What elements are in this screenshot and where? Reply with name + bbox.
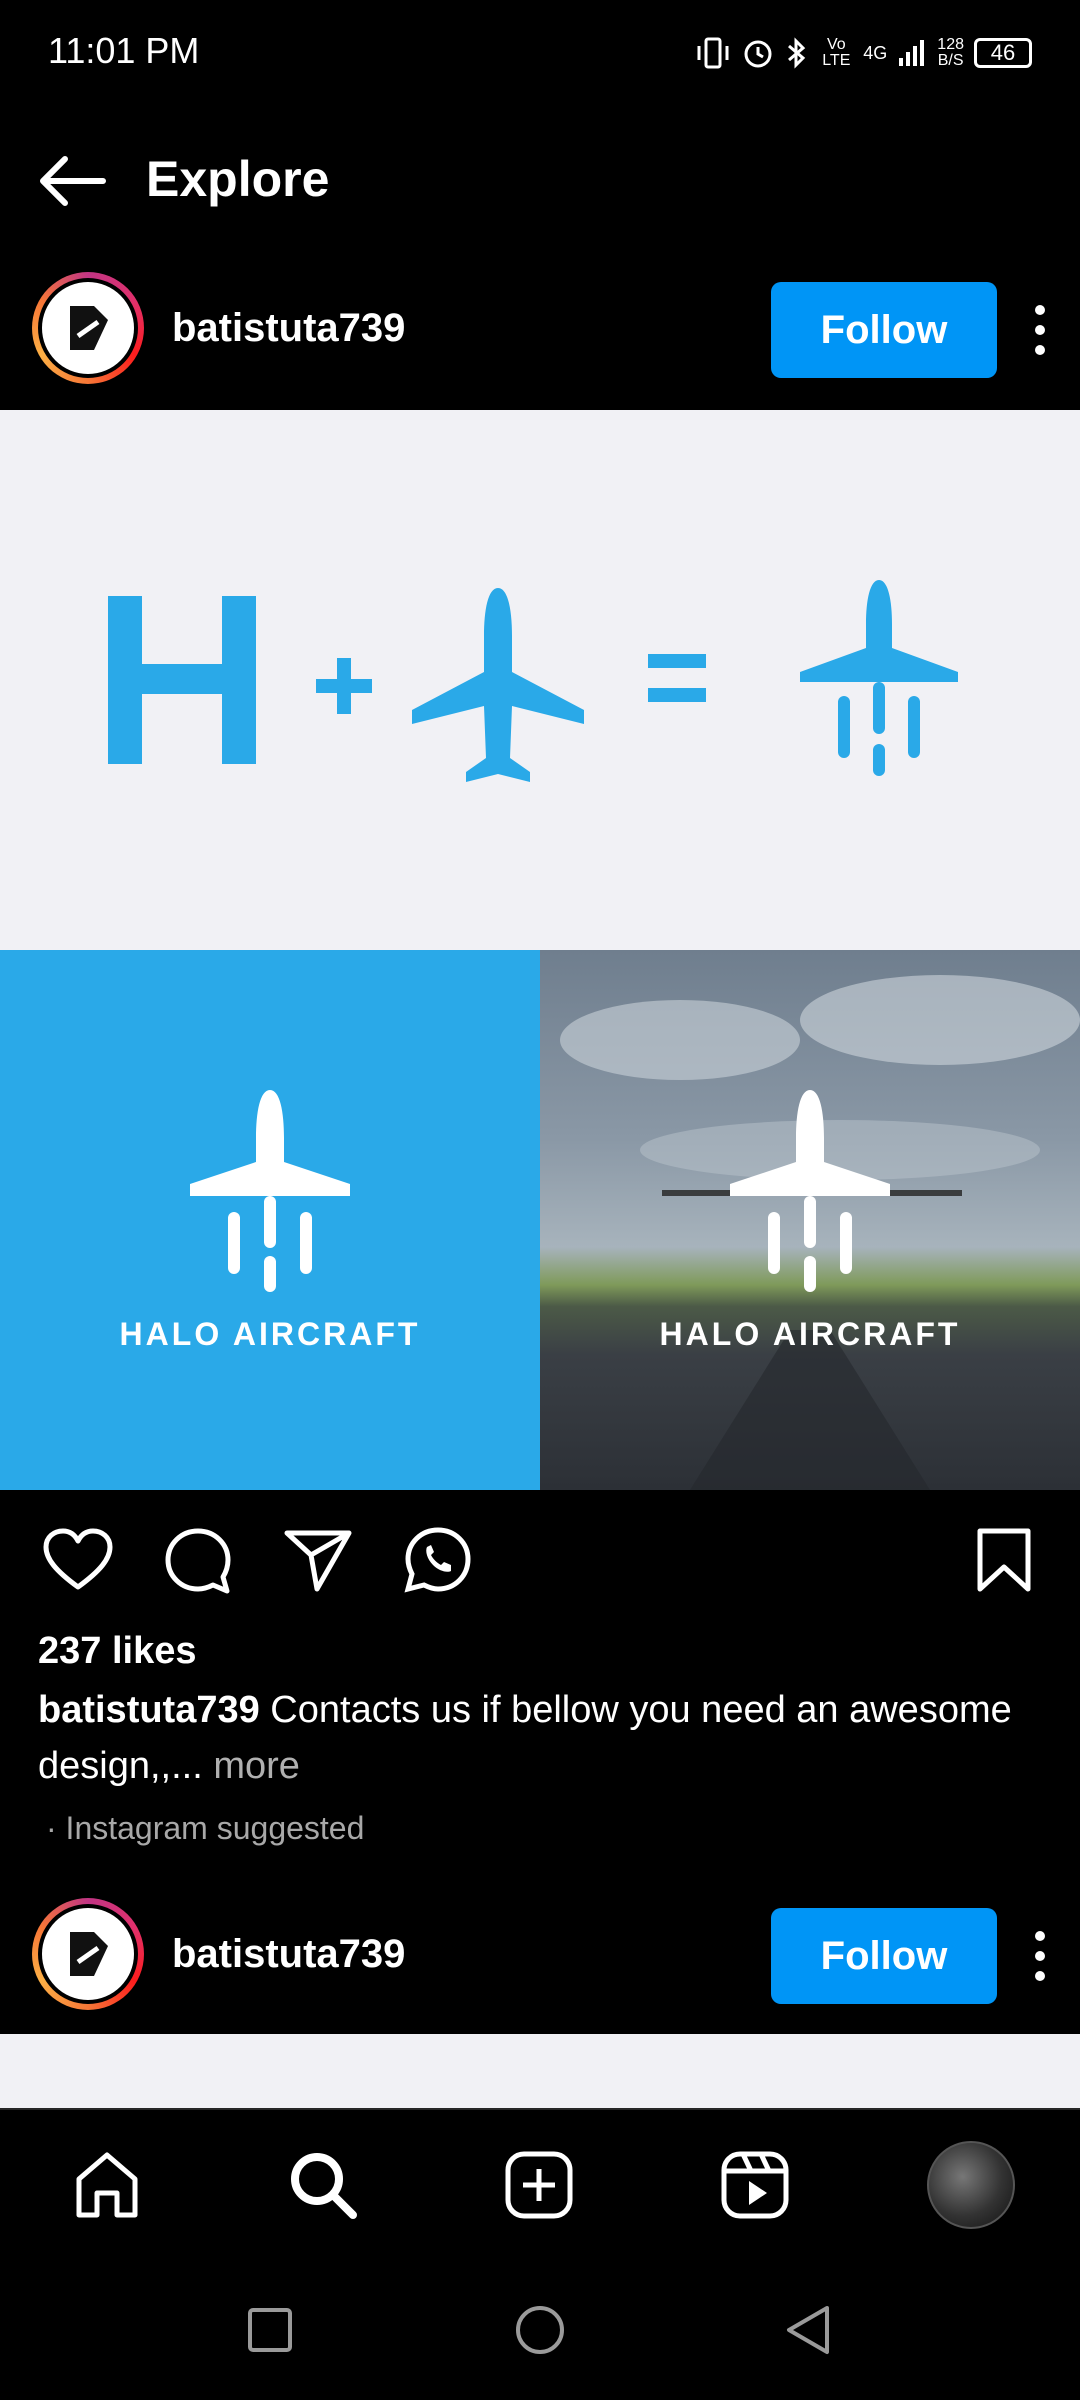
next-post-header: batistuta739 Follow [0,1890,1080,2020]
avatar[interactable] [32,272,144,384]
status-icons: Vo LTE 4G 128 B/S 46 [695,28,1032,78]
nav-create[interactable] [494,2140,584,2230]
post-username[interactable]: batistuta739 [172,306,405,351]
whatsapp-icon [404,1527,471,1593]
page-title: Explore [146,151,330,207]
network-type: 4G [863,42,888,63]
halo-logo-white [190,1090,350,1292]
share-button[interactable] [278,1520,358,1600]
battery-icon: 46 [974,38,1032,68]
brand-logo-icon [70,306,108,350]
nav-home[interactable] [62,2140,152,2230]
more-options-button[interactable] [1022,290,1058,370]
airplane-photo [560,975,1080,1490]
heart-icon [43,1528,113,1590]
alarm-icon [744,40,772,68]
square-icon [248,2308,292,2352]
search-icon [291,2153,357,2219]
logo-formula-graphic [108,580,958,782]
caption-username[interactable]: batistuta739 [38,1689,260,1731]
back-button[interactable] [30,140,112,222]
send-icon [284,1530,352,1592]
logo-panel-photo: HALO AIRCRAFT [540,950,1080,1490]
bookmark-icon [977,1528,1031,1592]
recent-apps-button[interactable] [230,2290,310,2370]
likes-count[interactable]: 237 likes [38,1630,196,1673]
comment-icon [165,1528,231,1594]
nav-search[interactable] [278,2140,368,2230]
net-speed-value: 128 [937,36,964,53]
signal-icon [899,40,925,66]
post-header: batistuta739 Follow [0,264,1080,394]
vibrate-icon [697,37,729,69]
comment-button[interactable] [158,1520,238,1600]
next-follow-button[interactable]: Follow [771,1908,997,2004]
reels-icon [721,2151,789,2219]
home-system-button[interactable] [500,2290,580,2370]
nav-profile[interactable] [926,2140,1016,2230]
save-button[interactable] [964,1520,1044,1600]
profile-avatar [927,2141,1015,2229]
net-speed: 128 B/S [937,37,964,69]
back-system-button[interactable] [768,2290,848,2370]
net-speed-unit: B/S [937,52,964,69]
triangle-back-icon [787,2306,829,2354]
arrow-left-icon [40,156,106,206]
status-time: 11:01 PM [48,30,200,71]
volte-indicator: Vo LTE [822,36,851,69]
next-post-image[interactable] [0,2034,1080,2108]
halo-label-blue: HALO AIRCRAFT [119,1316,421,1352]
whatsapp-share-button[interactable] [398,1520,478,1600]
next-more-options-button[interactable] [1022,1916,1058,1996]
suggested-label: · Instagram suggested [46,1810,365,1846]
next-post-username[interactable]: batistuta739 [172,1932,405,1977]
plus-square-icon [505,2151,573,2219]
brand-logo-icon [70,1932,108,1976]
caption-more-link[interactable]: more [213,1745,300,1787]
logo-panel-blue: HALO AIRCRAFT [0,950,540,1490]
follow-button[interactable]: Follow [771,282,997,378]
post-caption: batistuta739 Contacts us if bellow you n… [38,1682,1038,1794]
bluetooth-icon [788,37,806,69]
nav-reels[interactable] [710,2140,800,2230]
halo-label-photo: HALO AIRCRAFT [659,1316,961,1352]
home-icon [76,2152,138,2218]
avatar[interactable] [32,1898,144,2010]
circle-icon [516,2306,564,2354]
like-button[interactable] [38,1520,118,1600]
